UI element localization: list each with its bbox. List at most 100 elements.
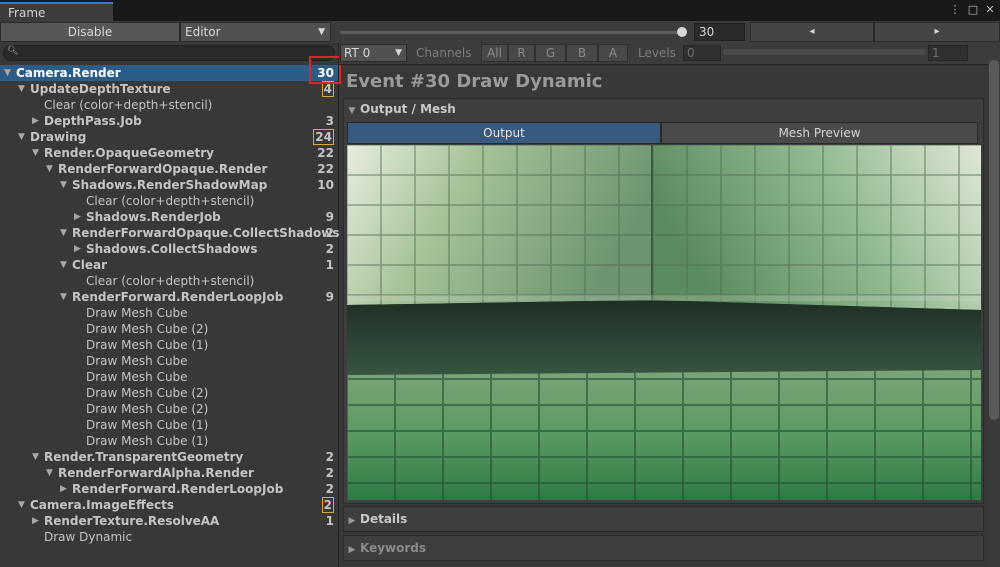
previous-event-button[interactable]: ◂ [750, 22, 874, 42]
tree-row[interactable]: ▶ RenderForward.RenderLoopJob 2 [0, 481, 338, 497]
expand-closed-icon[interactable]: ▶ [32, 513, 42, 529]
tree-row[interactable]: ▼ RenderForwardAlpha.Render 2 [0, 465, 338, 481]
tree-row[interactable]: Draw Mesh Cube (1) [0, 337, 338, 353]
tree-row[interactable]: ▼ UpdateDepthTexture 4 [0, 81, 338, 97]
tree-row[interactable]: ▼ RenderForwardOpaque.Render 22 [0, 161, 338, 177]
tree-row-count: 3 [325, 114, 334, 128]
expand-open-icon[interactable]: ▼ [46, 161, 56, 177]
expand-open-icon[interactable]: ▼ [18, 497, 28, 513]
tree-row-label: Shadows.CollectShadows [86, 242, 258, 256]
channel-a-button[interactable]: A [598, 44, 628, 62]
tree-row[interactable]: Draw Mesh Cube (1) [0, 417, 338, 433]
tree-row[interactable]: ▶ Shadows.RenderJob 9 [0, 209, 338, 225]
tree-row-label: Clear (color+depth+stencil) [86, 274, 255, 288]
tree-row[interactable]: ▼ Render.TransparentGeometry 2 [0, 449, 338, 465]
render-output-image [347, 145, 981, 500]
keywords-title: Keywords [360, 541, 427, 555]
tree-row-label: UpdateDepthTexture [30, 82, 171, 96]
tree-row-label: RenderForwardOpaque.Render [58, 162, 268, 176]
maximize-icon[interactable]: □ [966, 3, 980, 17]
inspector-scrollbar-thumb[interactable] [989, 60, 999, 420]
tree-row-label: RenderForwardAlpha.Render [58, 466, 254, 480]
levels-min-field[interactable]: 0 [683, 45, 721, 61]
channel-all-button[interactable]: All [481, 44, 508, 62]
expand-open-icon[interactable]: ▼ [60, 257, 70, 273]
tree-row[interactable]: ▼ Render.OpaqueGeometry 22 [0, 145, 338, 161]
tree-row-label: Draw Mesh Cube (2) [86, 402, 209, 416]
tree-row-count: 22 [317, 162, 334, 176]
caret-right-icon: ▶ [348, 545, 356, 555]
keywords-section[interactable]: ▶ Keywords [343, 535, 984, 561]
window-tab-frame-debugger[interactable]: Frame Debugger [0, 2, 113, 38]
tree-row[interactable]: Draw Dynamic [0, 529, 338, 545]
expand-closed-icon[interactable]: ▶ [74, 241, 84, 257]
expand-open-icon[interactable]: ▼ [46, 465, 56, 481]
expand-open-icon[interactable]: ▼ [18, 81, 28, 97]
render-target-dropdown[interactable]: RT 0 ▼ [340, 44, 407, 62]
tab-mesh-preview[interactable]: Mesh Preview [661, 122, 978, 144]
tree-row[interactable]: Draw Mesh Cube [0, 369, 338, 385]
kebab-menu-icon[interactable]: ⋮ [948, 3, 962, 17]
tree-row[interactable]: ▼ Shadows.RenderShadowMap 10 [0, 177, 338, 193]
tree-row[interactable]: ▶ Shadows.CollectShadows 2 [0, 241, 338, 257]
expand-open-icon[interactable]: ▼ [32, 145, 42, 161]
tree-row-label: RenderForward.RenderLoopJob [72, 290, 284, 304]
tree-row[interactable]: Clear (color+depth+stencil) [0, 97, 338, 113]
tab-output[interactable]: Output [347, 122, 661, 144]
tree-row[interactable]: Draw Mesh Cube [0, 353, 338, 369]
tree-row[interactable]: ▼ RenderForwardOpaque.CollectShadows 2 [0, 225, 339, 241]
expand-open-icon[interactable]: ▼ [18, 129, 28, 145]
window-tab-bar [0, 0, 1000, 22]
tree-row[interactable]: ▼ Camera.ImageEffects 2 [0, 497, 338, 513]
tree-row-label: Draw Mesh Cube [86, 306, 188, 320]
expand-open-icon[interactable]: ▼ [4, 65, 14, 81]
expand-closed-icon[interactable]: ▶ [74, 209, 84, 225]
levels-label: Levels [638, 46, 676, 60]
render-target-value: RT 0 [344, 46, 371, 60]
tree-row[interactable]: ▶ DepthPass.Job 3 [0, 113, 338, 129]
channel-b-button[interactable]: B [566, 44, 598, 62]
tree-row[interactable]: Clear (color+depth+stencil) [0, 193, 338, 209]
target-dropdown[interactable]: Editor ▼ [180, 22, 331, 42]
tree-row-label: RenderForward.RenderLoopJob [72, 482, 284, 496]
event-index-field[interactable]: 30 [694, 23, 745, 41]
tree-row-count: 24 [313, 129, 334, 145]
expand-closed-icon[interactable]: ▶ [60, 481, 70, 497]
channel-r-button[interactable]: R [508, 44, 535, 62]
tree-row[interactable]: ▼ Clear 1 [0, 257, 338, 273]
levels-max-field[interactable]: 1 [928, 45, 968, 61]
expand-closed-icon[interactable]: ▶ [32, 113, 42, 129]
event-title: Event #30 Draw Dynamic [346, 71, 603, 92]
tree-row[interactable]: ▼ Camera.Render 30 [0, 65, 338, 81]
keywords-header[interactable]: ▶ Keywords [344, 536, 983, 560]
tree-row[interactable]: Draw Mesh Cube [0, 305, 338, 321]
arrow-right-icon: ▸ [934, 26, 940, 37]
tree-row-label: Shadows.RenderShadowMap [72, 178, 268, 192]
search-input[interactable] [3, 45, 335, 61]
tree-row[interactable]: ▼ RenderForward.RenderLoopJob 9 [0, 289, 338, 305]
tree-row[interactable]: Draw Mesh Cube (2) [0, 385, 338, 401]
expand-open-icon[interactable]: ▼ [60, 225, 70, 241]
tree-row[interactable]: Draw Mesh Cube (2) [0, 321, 338, 337]
output-mesh-header[interactable]: ▼ Output / Mesh [344, 99, 983, 119]
tree-row[interactable]: ▶ RenderTexture.ResolveAA 1 [0, 513, 338, 529]
selected-count-highlight [309, 56, 341, 84]
next-event-button[interactable]: ▸ [874, 22, 1000, 42]
tree-row-count: 2 [321, 497, 334, 513]
event-slider-handle[interactable] [676, 27, 687, 37]
tree-row[interactable]: Draw Mesh Cube (2) [0, 401, 338, 417]
tree-row[interactable]: Draw Mesh Cube (1) [0, 433, 338, 449]
tree-row[interactable]: Clear (color+depth+stencil) [0, 273, 338, 289]
disable-button[interactable]: Disable [0, 22, 180, 42]
expand-open-icon[interactable]: ▼ [60, 177, 70, 193]
tree-row[interactable]: ▼ Drawing 24 [0, 129, 338, 145]
details-header[interactable]: ▶ Details [344, 507, 983, 531]
expand-open-icon[interactable]: ▼ [32, 449, 42, 465]
tree-row-count: 22 [317, 146, 334, 160]
channel-g-button[interactable]: G [535, 44, 566, 62]
close-icon[interactable]: ✕ [983, 3, 997, 17]
event-slider[interactable] [340, 31, 685, 34]
expand-open-icon[interactable]: ▼ [60, 289, 70, 305]
details-section[interactable]: ▶ Details [343, 506, 984, 532]
levels-range-slider[interactable] [723, 49, 926, 55]
